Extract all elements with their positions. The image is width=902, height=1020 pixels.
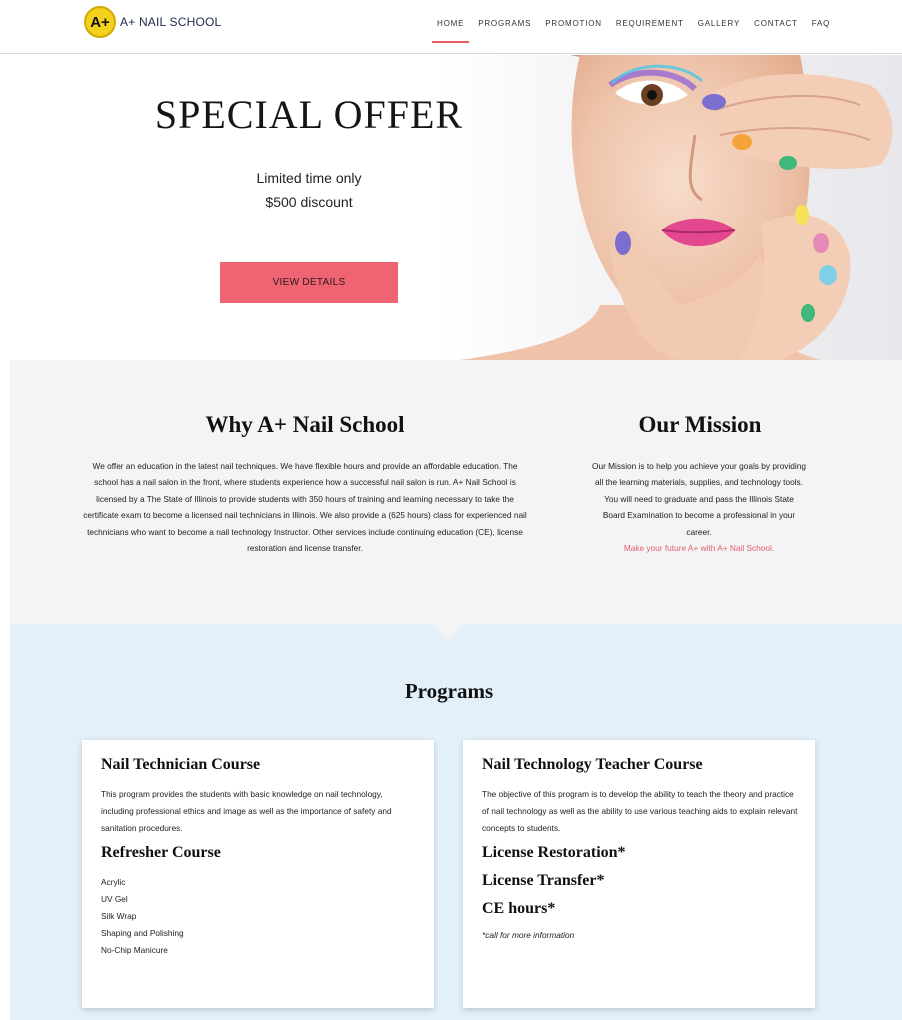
teacher-course-heading: Nail Technology Teacher Course: [482, 756, 703, 773]
nail-technician-heading: Nail Technician Course: [101, 756, 261, 773]
nav-promotion[interactable]: PROMOTION: [538, 19, 609, 28]
license-restoration-heading: License Restoration*: [482, 844, 626, 861]
list-item: UV Gel: [101, 894, 128, 904]
programs-heading: Programs: [404, 679, 494, 703]
program-card-technician: Nail Technician Course This program prov…: [82, 740, 434, 1008]
logo[interactable]: A+ A+ NAIL SCHOOL: [84, 6, 221, 38]
teacher-course-text: The objective of this program is to deve…: [482, 789, 798, 833]
refresher-list: Acrylic UV Gel Silk Wrap Shaping and Pol…: [101, 874, 184, 959]
hero-banner: SPECIAL OFFER Limited time only $500 dis…: [10, 55, 902, 360]
license-transfer-heading: License Transfer*: [482, 872, 605, 889]
main-menu: HOME PROGRAMS PROMOTION REQUIREMENT GALL…: [430, 19, 837, 43]
list-item: Shaping and Polishing: [101, 928, 184, 938]
view-details-button[interactable]: VIEW DETAILS: [220, 262, 398, 303]
why-heading: Why A+ Nail School: [205, 412, 405, 437]
program-card-teacher: Nail Technology Teacher Course The objec…: [463, 740, 815, 1008]
list-item: No-Chip Manicure: [101, 945, 168, 955]
refresher-heading: Refresher Course: [101, 844, 221, 861]
why-paragraph: We offer an education in the latest nail…: [83, 461, 527, 554]
logo-text: A+ NAIL SCHOOL: [120, 15, 222, 29]
logo-badge: A+: [84, 6, 116, 38]
hero-title: SPECIAL OFFER: [154, 92, 464, 137]
nav-home[interactable]: HOME: [430, 19, 471, 43]
hero-subtitle-limited: Limited time only: [256, 170, 362, 186]
hero-subtitle-discount: $500 discount: [265, 194, 353, 210]
list-item: Silk Wrap: [101, 911, 137, 921]
about-section: Why A+ Nail School We offer an education…: [10, 360, 902, 641]
mission-heading: Our Mission: [638, 412, 762, 437]
mission-paragraph: Our Mission is to help you achieve your …: [592, 458, 806, 556]
nail-technician-text: This program provides the students with …: [101, 789, 392, 833]
mission-tagline-link[interactable]: Make your future A+ with A+ Nail School.: [592, 540, 806, 556]
nav-faq[interactable]: FAQ: [805, 19, 837, 28]
nav-contact[interactable]: CONTACT: [747, 19, 805, 28]
nav-requirement[interactable]: REQUIREMENT: [609, 19, 691, 28]
nav-gallery[interactable]: GALLERY: [691, 19, 747, 28]
call-note: *call for more information: [482, 930, 575, 940]
mission-text: Our Mission is to help you achieve your …: [592, 461, 806, 537]
list-item: Acrylic: [101, 877, 126, 887]
programs-section: Programs Nail Technician Course This pro…: [10, 624, 902, 1020]
top-navbar: A+ A+ NAIL SCHOOL HOME PROGRAMS PROMOTIO…: [0, 0, 902, 54]
ce-hours-heading: CE hours*: [482, 900, 556, 917]
nav-programs[interactable]: PROGRAMS: [471, 19, 538, 28]
section-divider-arrow: [430, 623, 466, 641]
